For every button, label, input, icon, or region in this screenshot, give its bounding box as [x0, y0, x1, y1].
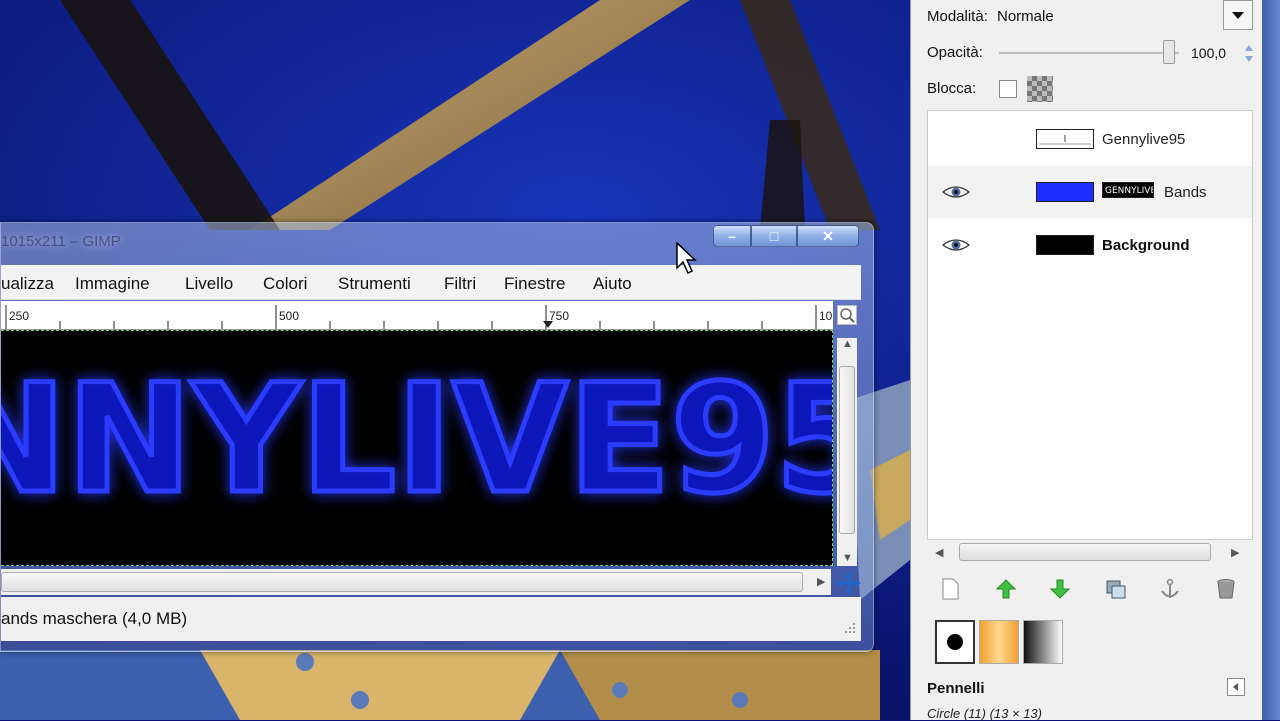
image-canvas[interactable]: NNYLIVE95	[1, 330, 833, 566]
brushes-selected: Circle (11) (13 × 13)	[927, 706, 1042, 721]
brushes-menu-button[interactable]	[1227, 678, 1245, 696]
brush-circle-icon	[947, 634, 963, 650]
eye-icon[interactable]	[942, 184, 970, 200]
layer-name[interactable]: Background	[1102, 237, 1190, 254]
lock-label: Blocca:	[927, 80, 977, 97]
title-bar[interactable]: 1015x211 – GIMP – □ ✕	[1, 223, 861, 263]
scroll-right-icon[interactable]: ▶	[1231, 546, 1239, 559]
taskbar-edge	[1262, 0, 1280, 720]
menu-visualizza[interactable]: ualizza	[1, 274, 54, 294]
zoom-icon[interactable]	[837, 305, 857, 325]
anchor-layer-button[interactable]	[1157, 576, 1183, 602]
layer-name[interactable]: Bands	[1164, 184, 1207, 201]
opacity-spinner-icon[interactable]	[1243, 42, 1255, 66]
canvas-artwork: NNYLIVE95	[1, 351, 833, 530]
mode-value[interactable]: Normale	[997, 8, 1054, 25]
opacity-slider-track[interactable]	[999, 52, 1179, 54]
menu-finestre[interactable]: Finestre	[504, 274, 565, 294]
menu-immagine[interactable]: Immagine	[75, 274, 150, 294]
minimize-button[interactable]: –	[713, 225, 751, 247]
horizontal-scrollbar[interactable]: ▶	[1, 569, 831, 595]
delete-icon	[1217, 579, 1235, 599]
duplicate-layer-icon	[1106, 580, 1126, 599]
mode-label: Modalità:	[927, 8, 988, 25]
tab-gradients[interactable]	[1023, 620, 1063, 664]
close-icon: ✕	[822, 227, 834, 244]
raise-layer-icon	[996, 579, 1016, 599]
maximize-button[interactable]: □	[751, 225, 797, 247]
menu-colori[interactable]: Colori	[263, 274, 307, 294]
new-layer-icon	[942, 578, 959, 600]
lower-layer-button[interactable]	[1047, 576, 1073, 602]
horizontal-scroll-thumb[interactable]	[1, 572, 803, 592]
resize-grip-icon[interactable]	[843, 621, 857, 635]
menu-aiuto[interactable]: Aiuto	[593, 274, 632, 294]
layer-buttons-bar	[927, 572, 1253, 606]
layer-row-gennylive95[interactable]: Gennylive95	[928, 113, 1252, 165]
gimp-image-window: 1015x211 – GIMP – □ ✕ ualizza Immagine L…	[0, 222, 874, 652]
scroll-down-icon[interactable]: ▼	[842, 552, 853, 564]
layer-name[interactable]: Gennylive95	[1102, 131, 1185, 148]
ruler-label-250: 250	[9, 309, 30, 323]
layer-thumbnail	[1036, 129, 1094, 149]
scroll-up-icon[interactable]: ▲	[842, 338, 853, 350]
chevron-left-icon	[1233, 683, 1238, 691]
tab-patterns[interactable]	[979, 620, 1019, 664]
ruler-label-500: 500	[279, 309, 300, 323]
ruler-ticks	[5, 305, 817, 329]
canvas-text: NNYLIVE95	[1, 353, 833, 527]
menu-livello[interactable]: Livello	[185, 274, 233, 294]
layers-dock: Modalità: Normale Opacità: 100,0 Blocca:…	[910, 0, 1263, 721]
ruler-label-1000: 10	[819, 309, 833, 323]
opacity-label: Opacità:	[927, 44, 983, 61]
anchor-icon	[1161, 578, 1179, 598]
layer-row-background[interactable]: Background	[928, 219, 1252, 271]
maximize-icon: □	[769, 228, 779, 244]
ruler-label-750: 750	[549, 309, 570, 323]
eye-icon[interactable]	[942, 237, 970, 253]
layer-row-bands[interactable]: GENNYLIVE95 Bands	[928, 166, 1252, 218]
duplicate-layer-button[interactable]	[1103, 576, 1129, 602]
tab-brushes[interactable]	[935, 620, 975, 664]
lower-layer-icon	[1050, 579, 1070, 599]
layers-list: Gennylive95 GENNYLIVE95 Bands Background	[927, 110, 1253, 540]
mode-dropdown-button[interactable]	[1223, 0, 1253, 30]
layer-mask-thumbnail[interactable]: GENNYLIVE95	[1102, 182, 1168, 198]
scroll-right-icon[interactable]: ▶	[817, 575, 825, 588]
raise-layer-button[interactable]	[993, 576, 1019, 602]
layer-thumbnail	[1036, 235, 1094, 255]
layers-scroll-thumb[interactable]	[959, 543, 1211, 561]
opacity-slider-handle[interactable]	[1163, 40, 1175, 64]
vertical-scroll-thumb[interactable]	[839, 366, 855, 534]
scroll-left-icon[interactable]: ◀	[935, 546, 943, 559]
layer-thumbnail	[1036, 182, 1094, 202]
svg-text:GENNYLIVE95: GENNYLIVE95	[1105, 186, 1153, 196]
delete-layer-button[interactable]	[1213, 576, 1239, 602]
navigate-icon[interactable]	[837, 571, 861, 595]
new-layer-button[interactable]	[937, 576, 963, 602]
status-bar: ands maschera (4,0 MB)	[1, 597, 861, 641]
menu-bar: ualizza Immagine Livello Colori Strument…	[1, 265, 861, 300]
chevron-down-icon	[1232, 12, 1244, 19]
menu-filtri[interactable]: Filtri	[444, 274, 476, 294]
brushes-title: Pennelli	[927, 680, 985, 697]
lock-alpha-icon[interactable]	[1027, 76, 1053, 102]
layers-horizontal-scrollbar[interactable]: ◀ ▶	[927, 540, 1253, 566]
horizontal-ruler[interactable]: 250 500 750 10	[1, 301, 833, 330]
mouse-cursor-icon	[676, 242, 697, 275]
brushes-tabs	[921, 620, 1261, 666]
menu-strumenti[interactable]: Strumenti	[338, 274, 411, 294]
status-text: ands maschera (4,0 MB)	[1, 609, 188, 628]
close-button[interactable]: ✕	[797, 225, 859, 247]
minimize-icon: –	[728, 228, 736, 244]
vertical-scrollbar[interactable]: ▲ ▼	[837, 338, 857, 566]
opacity-value[interactable]: 100,0	[1191, 45, 1226, 61]
window-title: 1015x211 – GIMP	[1, 233, 121, 250]
lock-pixels-checkbox[interactable]	[999, 80, 1017, 98]
